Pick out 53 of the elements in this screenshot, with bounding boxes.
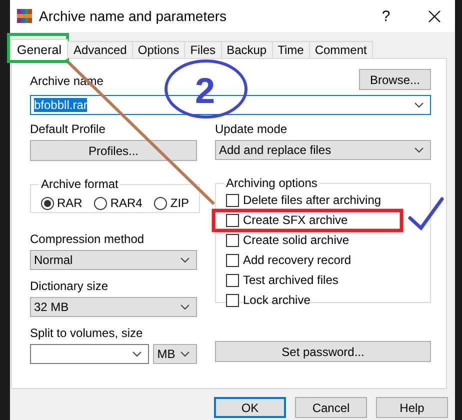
tab[interactable]: General bbox=[10, 39, 68, 59]
checkbox-label: Create solid archive bbox=[243, 233, 350, 247]
checkbox-label: Add recovery record bbox=[243, 253, 352, 267]
radio-label: RAR4 bbox=[110, 196, 142, 210]
checkbox-label: Delete files after archiving bbox=[243, 193, 382, 207]
checkbox[interactable] bbox=[226, 214, 239, 226]
radio-button[interactable] bbox=[154, 196, 168, 210]
group-label: Archiving options bbox=[225, 176, 318, 190]
checkbox-label: Test archived files bbox=[243, 273, 338, 287]
field-label: Default Profile bbox=[30, 122, 106, 137]
checkmark-icon bbox=[408, 197, 444, 231]
dialog-button[interactable]: Cancel bbox=[295, 397, 367, 418]
volume-size-field[interactable] bbox=[30, 344, 150, 364]
unit-dropdown[interactable]: MB bbox=[153, 344, 197, 364]
highlight-frame bbox=[7, 33, 69, 63]
field-label: Dictionary size bbox=[30, 279, 110, 294]
radio-label: ZIP bbox=[170, 196, 190, 210]
set-password-button[interactable]: Set password... bbox=[215, 341, 431, 362]
dialog-button[interactable]: Help bbox=[376, 397, 448, 418]
field-label: Compression method bbox=[30, 232, 146, 247]
browse-button[interactable]: Browse... bbox=[359, 69, 431, 90]
chevron-icon bbox=[414, 147, 424, 153]
tab[interactable]: Comment bbox=[308, 41, 373, 58]
dictionary-dropdown[interactable]: 32 MB bbox=[30, 297, 197, 317]
radio-label: RAR bbox=[57, 196, 82, 210]
compression-dropdown[interactable]: Normal bbox=[30, 250, 197, 270]
radio-button[interactable] bbox=[41, 196, 54, 210]
profiles-button[interactable]: Profiles... bbox=[30, 140, 197, 161]
tab[interactable]: Advanced bbox=[67, 41, 133, 58]
books-icon bbox=[17, 9, 32, 23]
chevron-icon bbox=[414, 102, 424, 108]
window-title: Archive name and parameters bbox=[39, 8, 228, 24]
dialog-button[interactable]: OK bbox=[214, 397, 286, 418]
chevron-icon bbox=[180, 257, 190, 263]
close-icon[interactable] bbox=[428, 10, 441, 22]
checkbox[interactable] bbox=[226, 194, 239, 206]
group-label: Archive format bbox=[40, 177, 120, 191]
help-button[interactable]: ? bbox=[376, 8, 396, 24]
radio-button[interactable] bbox=[94, 196, 108, 210]
checkbox[interactable] bbox=[226, 274, 239, 286]
tab[interactable]: Backup bbox=[220, 41, 273, 58]
field-label: Update mode bbox=[215, 122, 288, 137]
checkbox[interactable] bbox=[226, 234, 239, 246]
field-label: Split to volumes, size bbox=[30, 326, 144, 341]
update-mode-dropdown[interactable]: Add and replace files bbox=[215, 140, 431, 160]
tab[interactable]: Options bbox=[132, 41, 186, 58]
checkbox[interactable] bbox=[226, 254, 239, 266]
chevron-icon bbox=[180, 351, 190, 357]
chevron-icon bbox=[132, 351, 142, 357]
checkbox-label: Create SFX archive bbox=[243, 213, 348, 227]
checkbox[interactable] bbox=[226, 294, 239, 306]
checkbox-label: Lock archive bbox=[243, 293, 310, 307]
chevron-icon bbox=[180, 304, 190, 310]
